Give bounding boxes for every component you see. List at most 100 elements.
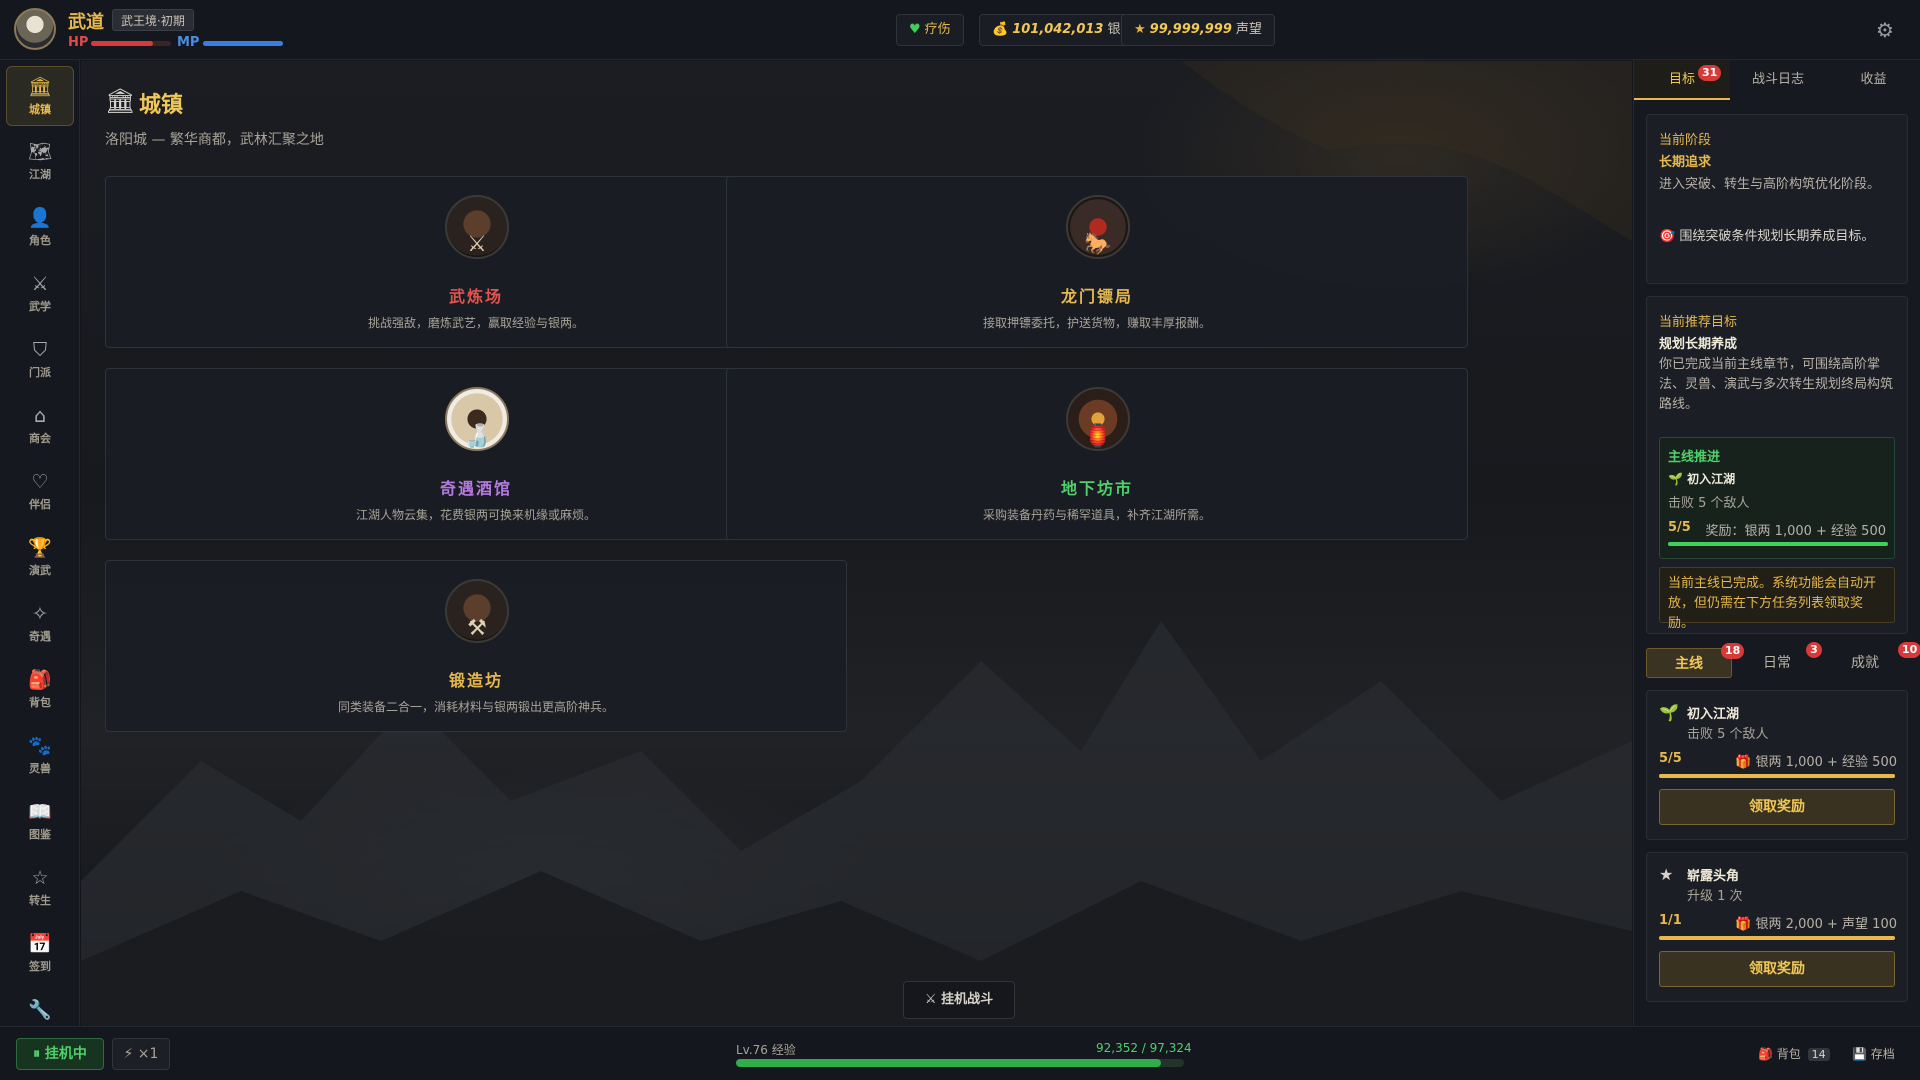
sidebar-item-star[interactable]: ☆ 转生 — [6, 858, 74, 918]
tab-goals-label: 目标 — [1668, 72, 1695, 87]
save-button[interactable]: 💾 存档 — [1852, 1045, 1895, 1062]
black-market-icon: 🏮 — [1066, 387, 1130, 451]
sidebar-item-label: 奇遇 — [29, 630, 51, 643]
quest-tab-daily[interactable]: 日常 3 — [1734, 642, 1822, 678]
realm-badge: 武王境·初期 — [112, 9, 194, 31]
star-icon: ★ — [1134, 22, 1146, 37]
building-card[interactable]: 🐎 龙门镖局 接取押镖委托，护送货物，赚取丰厚报酬。 — [726, 176, 1468, 348]
card-glyph: ⚒ — [467, 616, 487, 641]
bag-button[interactable]: 🎒 背包 14 — [1758, 1045, 1830, 1062]
person-icon: 👤 — [28, 207, 52, 229]
sidebar-item-calendar[interactable]: 📅 签到 — [6, 924, 74, 984]
mp-bar — [203, 41, 283, 46]
hp-bar — [91, 41, 171, 46]
quest-progress-bar-fill — [1659, 936, 1895, 940]
sidebar-item-label: 角色 — [29, 234, 51, 247]
sidebar-item-shield[interactable]: ⛉ 门派 — [6, 330, 74, 390]
sidebar-item-label: 江湖 — [29, 168, 51, 181]
quest-reward-text: 银两 2,000 + 声望 100 — [1755, 917, 1897, 932]
map-icon: 🗺 — [27, 141, 53, 163]
hp-label: HP — [68, 35, 89, 50]
exp-bar-fill — [736, 1059, 1162, 1067]
bottom-bar: ⏸ 挂机中 ⚡ ×1 Lv.76 经验 92,352 / 97,324 🎒 背包… — [0, 1026, 1920, 1080]
building-card[interactable]: 🏮 地下坊市采购装备丹药与稀罕道具，补齐江湖所需。 — [726, 368, 1468, 540]
sidebar-item-label: 图鉴 — [29, 828, 51, 841]
card-glyph: 🏮 — [1084, 424, 1112, 449]
quest-title: 初入江湖 — [1687, 707, 1740, 722]
card-description: 同类装备二合一，消耗材料与银两锻出更高阶神兵。 — [337, 700, 614, 714]
tab-battle-log[interactable]: 战斗日志 — [1730, 60, 1826, 100]
auto-battle-button[interactable]: ⚔ 挂机战斗 — [903, 981, 1015, 1019]
quest-card: ★ 崭露头角 升级 1 次 1/1 🎁 银两 2,000 + 声望 100 领取奖励 — [1646, 852, 1908, 1002]
sidebar-item-book[interactable]: 📖 图鉴 — [6, 792, 74, 852]
gift-icon: 🎁 — [1735, 917, 1752, 932]
exp-value: 92,352 / 97,324 — [1096, 1041, 1192, 1055]
sidebar: 🏛 城镇 🗺 江湖 👤 角色 ⚔ 武学 ⛉ 门派 ⌂ 商会 ♡ 伴侣 🏆 演武 ✧ 奇遇 🎒 背包 🐾 灵兽 📖 图鉴 ☆ 转生 📅… — [0, 60, 80, 1026]
silver-value: 101,042,013 — [1012, 22, 1104, 37]
sidebar-item-swords[interactable]: ⚔ 武学 — [6, 264, 74, 324]
heal-label: 疗伤 — [924, 22, 951, 37]
card-glyph: 🍶 — [463, 424, 491, 449]
town-icon: 🏛 — [27, 76, 53, 98]
book-icon: 📖 — [28, 801, 52, 823]
page-title: 城镇 — [139, 92, 184, 118]
top-bar: 武道 武王境·初期 HP MP ♥疗伤 💰101,042,013银两 ★99,9… — [0, 0, 1920, 60]
hp-bar-fill — [91, 41, 154, 46]
sidebar-item-trophy[interactable]: 🏆 演武 — [6, 528, 74, 588]
quest-progress-bar-fill — [1659, 774, 1895, 778]
gear-icon[interactable]: ⚙ — [1876, 18, 1894, 42]
sidebar-item-heart[interactable]: ♡ 伴侣 — [6, 462, 74, 522]
building-card[interactable]: ⚒ 锻造坊 同类装备二合一，消耗材料与银两锻出更高阶神兵。 — [105, 560, 847, 732]
stage-name: 长期追求 — [1659, 155, 1712, 170]
bag-count: 14 — [1807, 1048, 1830, 1061]
idle-toggle-button[interactable]: ⏸ 挂机中 — [16, 1038, 104, 1070]
sidebar-item-label: 伴侣 — [29, 498, 51, 511]
sidebar-item-shop[interactable]: ⌂ 商会 — [6, 396, 74, 456]
tab-goals[interactable]: 目标 31 — [1634, 60, 1730, 100]
sidebar-item-label: 门派 — [29, 366, 51, 379]
tab-earnings[interactable]: 收益 — [1826, 60, 1920, 100]
trophy-icon: 🏆 — [28, 537, 52, 559]
right-panel: 目标 31 战斗日志 收益 当前阶段 长期追求 进入突破、转生与高阶构筑优化阶段… — [1633, 60, 1920, 1026]
claim-reward-button[interactable]: 领取奖励 — [1659, 789, 1895, 825]
quest-tab-achievements[interactable]: 成就 10 — [1822, 642, 1920, 678]
sidebar-item-map[interactable]: 🗺 江湖 — [6, 132, 74, 192]
recommend-label: 当前推荐目标 — [1659, 315, 1738, 330]
main-quest-bar-fill — [1668, 542, 1888, 546]
speed-button[interactable]: ⚡ ×1 — [112, 1038, 170, 1070]
shield-icon: ⛉ — [32, 339, 48, 361]
mp-label: MP — [177, 35, 200, 50]
heart-icon: ♡ — [31, 471, 49, 493]
main-quest-bar — [1668, 542, 1888, 546]
avatar[interactable] — [14, 8, 56, 50]
save-icon: 💾 — [1852, 1047, 1867, 1061]
quest-subtitle: 升级 1 次 — [1687, 889, 1743, 904]
mp-bar-fill — [203, 41, 283, 46]
quest-tab-daily-badge: 3 — [1806, 642, 1822, 658]
sidebar-item-label: 签到 — [29, 960, 51, 973]
main-quest-title: 初入江湖 — [1687, 472, 1736, 486]
gift-icon: 🎁 — [1735, 755, 1752, 770]
main-quest-title-row: 🌱 初入江湖 — [1668, 470, 1735, 487]
quest-progress: 1/1 — [1659, 913, 1682, 928]
main-quest-sub: 击败 5 个敌人 — [1668, 496, 1750, 511]
sidebar-item-person[interactable]: 👤 角色 — [6, 198, 74, 258]
card-title: 地下坊市 — [1060, 479, 1133, 498]
save-label: 存档 — [1870, 1047, 1895, 1061]
card-glyph: ⚔ — [467, 232, 487, 257]
heal-button[interactable]: ♥ 疗伤 — [896, 14, 964, 46]
sidebar-item-town[interactable]: 🏛 城镇 — [6, 66, 74, 126]
main-quest-progress-box: 主线推进 🌱 初入江湖 击败 5 个敌人 5/5 奖励：银两 1,000 + 经… — [1659, 437, 1895, 559]
sidebar-item-backpack[interactable]: 🎒 背包 — [6, 660, 74, 720]
sidebar-item-paw[interactable]: 🐾 灵兽 — [6, 726, 74, 786]
backpack-icon: 🎒 — [28, 669, 52, 691]
card-description: 接取押镖委托，护送货物，赚取丰厚报酬。 — [982, 316, 1211, 330]
sprout-icon: 🌱 — [1668, 472, 1683, 486]
main-quest-reward: 奖励：银两 1,000 + 经验 500 — [1705, 524, 1886, 539]
training-ground-icon: ⚔ — [445, 195, 509, 259]
quest-tab-main[interactable]: 主线 18 — [1646, 643, 1745, 678]
card-description: 采购装备丹药与稀罕道具，补齐江湖所需。 — [982, 508, 1211, 522]
sidebar-item-sparkle[interactable]: ✧ 奇遇 — [6, 594, 74, 654]
claim-reward-button[interactable]: 领取奖励 — [1659, 951, 1895, 987]
bag-label: 背包 — [1776, 1047, 1801, 1061]
